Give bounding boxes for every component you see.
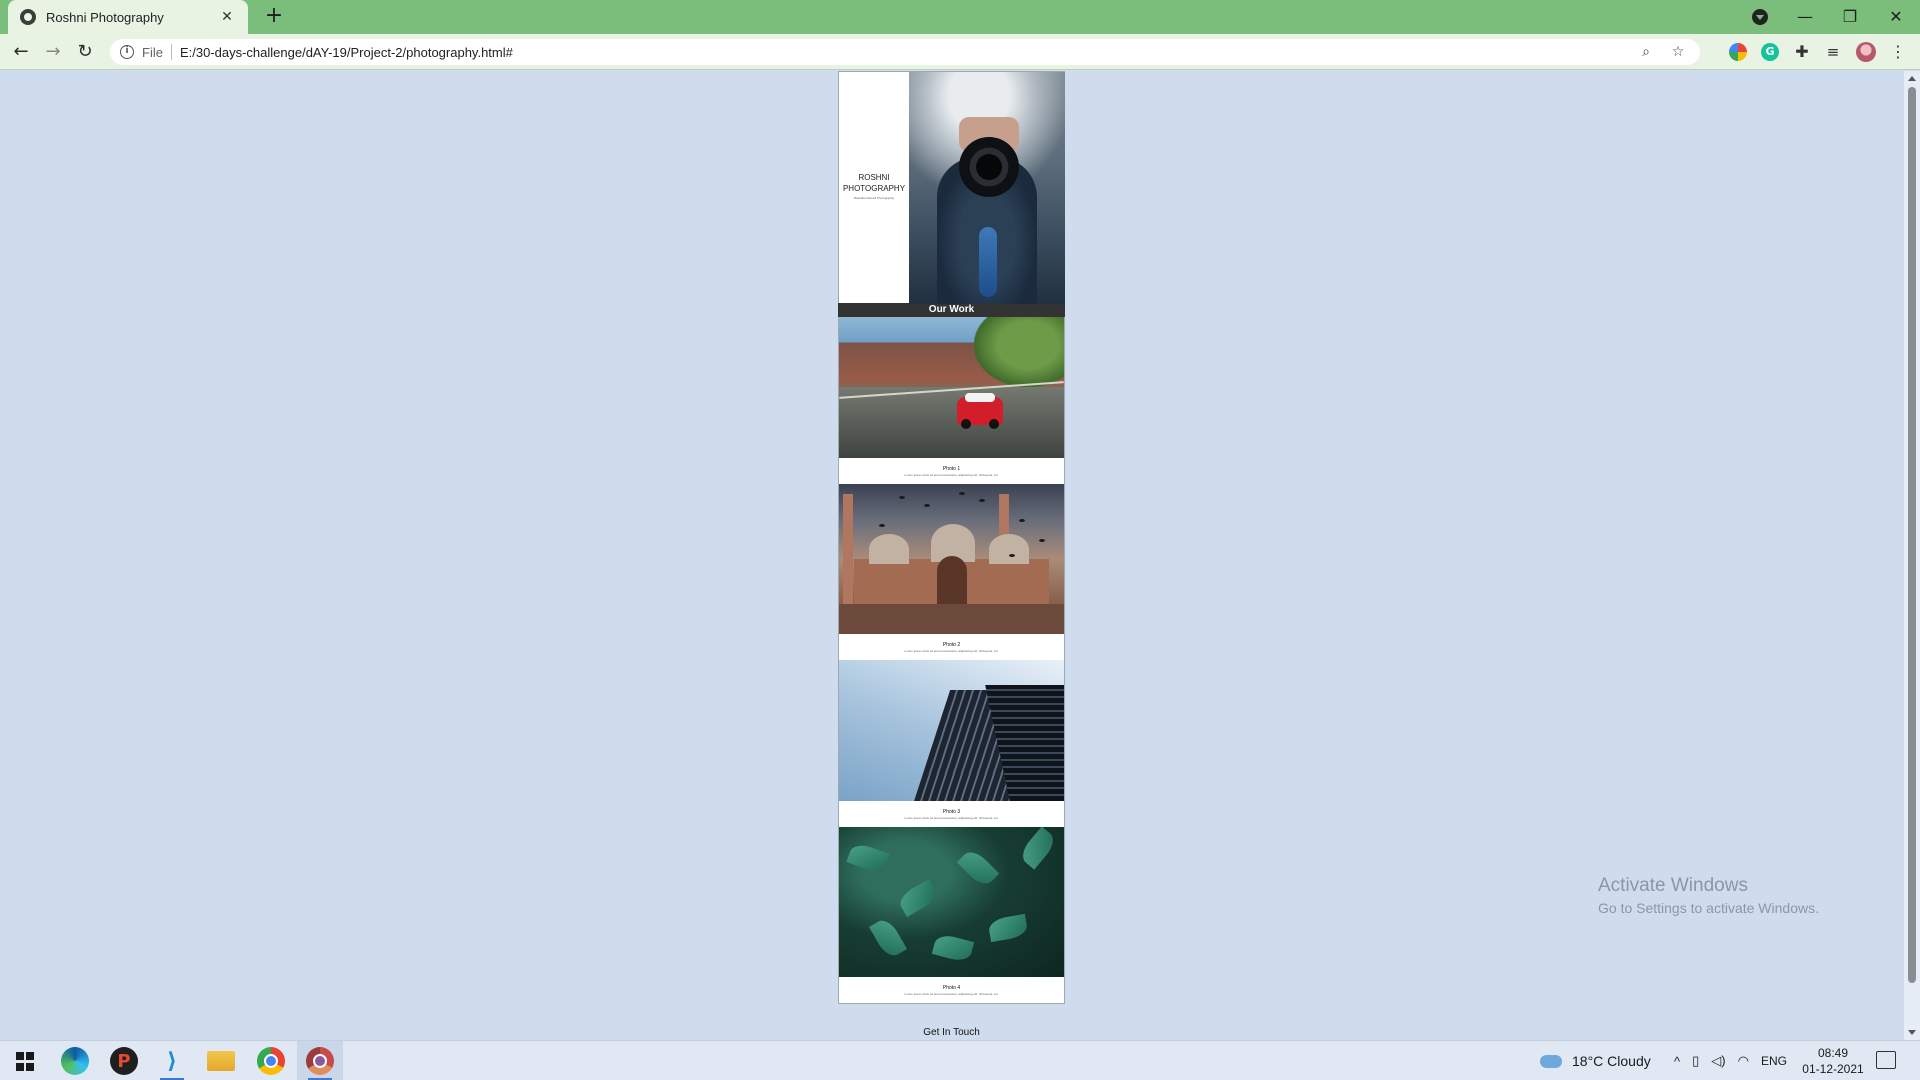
system-tray: ^ ▯ ◁) ◠ ENG [1668,1041,1787,1080]
menu-icon[interactable]: ⋮ [1890,42,1906,62]
weather-text: 18°C Cloudy [1572,1053,1651,1069]
info-icon[interactable]: i [120,45,134,59]
chrome-profile-icon[interactable] [306,1047,334,1080]
photo-image-building [839,660,1064,801]
tab-strip: Roshni Photography ✕ + — ❐ ✕ [0,0,1920,34]
weather-widget[interactable]: 18°C Cloudy [1540,1041,1651,1080]
volume-icon[interactable]: ◁) [1711,1053,1725,1069]
wifi-icon[interactable]: ◠ [1738,1053,1749,1069]
photo-image-mosque [839,484,1064,634]
photo-title: Photo 3 [942,809,961,815]
watermark-title: Activate Windows [1598,875,1748,896]
color-extension-icon[interactable] [1729,43,1747,61]
vertical-scrollbar[interactable] [1904,71,1920,1040]
tab-close-icon[interactable]: ✕ [218,9,236,25]
photo-description: Lorem ipsum dolor sit amet consectetur, … [904,816,999,820]
star-icon[interactable]: ☆ [1668,42,1688,62]
tab-search-icon[interactable] [1752,9,1768,25]
photo-title: Photo 4 [942,985,961,991]
photo-image-car [839,317,1064,458]
get-in-touch-link[interactable]: Get In Touch [838,1027,1065,1038]
clock-date: 01-12-2021 [1802,1062,1864,1076]
taskbar: P ⟩ 18°C Cloudy ^ ▯ ◁) ◠ ENG 08:49 01-12… [0,1040,1920,1080]
chrome-icon[interactable] [257,1047,285,1075]
paint-icon[interactable]: P [110,1047,138,1075]
notification-icon[interactable] [1876,1051,1896,1069]
photo-card: Photo 4 Lorem ipsum dolor sit amet conse… [838,827,1065,1004]
page-favicon-icon [20,9,36,25]
chevron-up-icon[interactable]: ^ [1674,1054,1680,1069]
reload-button[interactable]: ↻ [72,39,98,65]
photo-card: Photo 3 Lorem ipsum dolor sit amet conse… [838,660,1065,827]
scroll-up-icon[interactable] [1908,76,1916,81]
omnibox-divider [170,44,172,60]
minimize-button[interactable]: — [1787,4,1823,30]
photo-card: Photo 2 Lorem ipsum dolor sit amet conse… [838,484,1065,660]
photo-description: Lorem ipsum dolor sit amet consectetur, … [904,992,999,996]
battery-icon[interactable]: ▯ [1692,1053,1699,1069]
url-text[interactable]: E:/30-days-challenge/dAY-19/Project-2/ph… [180,45,1636,60]
clock-time: 08:49 [1817,1046,1849,1060]
brand-tagline: Beautiful Natural Photography [853,196,895,200]
edge-icon[interactable] [61,1047,89,1075]
photo-description: Lorem ipsum dolor sit amet consectetur, … [904,473,999,477]
brand-name: ROSHNI PHOTOGRAPHY [842,173,906,193]
grammarly-icon[interactable]: G [1761,43,1779,61]
file-explorer-icon[interactable] [207,1051,235,1071]
cloud-icon [1540,1054,1562,1068]
tab-title: Roshni Photography [46,9,164,25]
avatar[interactable] [1856,42,1876,62]
photography-site: ROSHNI PHOTOGRAPHY Beautiful Natural Pho… [838,71,1065,1004]
scroll-down-icon[interactable] [1908,1030,1916,1035]
new-tab-button[interactable]: + [262,5,286,29]
activate-windows-watermark: Activate Windows Go to Settings to activ… [1598,875,1819,916]
close-window-button[interactable]: ✕ [1878,4,1914,30]
vscode-icon[interactable]: ⟩ [158,1047,186,1080]
hero-photo-camera [909,72,1065,304]
url-scheme: File [142,44,163,60]
reading-list-icon[interactable]: ≡ [1824,43,1842,61]
back-button[interactable]: ← [8,39,34,65]
language-indicator[interactable]: ENG [1761,1054,1787,1068]
start-button[interactable] [10,1047,38,1075]
photo-title: Photo 2 [942,642,961,648]
section-title: Our Work [838,303,1065,317]
watermark-subtitle: Go to Settings to activate Windows. [1598,900,1819,916]
photo-image-leaves [839,827,1064,977]
scroll-thumb[interactable] [1908,87,1916,983]
address-bar[interactable]: i File E:/30-days-challenge/dAY-19/Proje… [110,39,1700,65]
browser-toolbar: ← → ↻ i File E:/30-days-challenge/dAY-19… [0,34,1920,70]
forward-button[interactable]: → [40,39,66,65]
restore-button[interactable]: ❐ [1832,4,1868,30]
brand: ROSHNI PHOTOGRAPHY Beautiful Natural Pho… [839,172,909,200]
zoom-icon[interactable]: ⌕ [1636,42,1656,62]
puzzle-icon[interactable]: ✚ [1793,43,1811,61]
hero-section: ROSHNI PHOTOGRAPHY Beautiful Natural Pho… [838,71,1065,304]
photo-card: Photo 1 Lorem ipsum dolor sit amet conse… [838,317,1065,484]
photo-title: Photo 1 [942,466,961,472]
photo-description: Lorem ipsum dolor sit amet consectetur, … [904,649,999,653]
tab-active[interactable]: Roshni Photography ✕ [8,0,248,34]
clock[interactable]: 08:49 01-12-2021 [1798,1045,1868,1077]
